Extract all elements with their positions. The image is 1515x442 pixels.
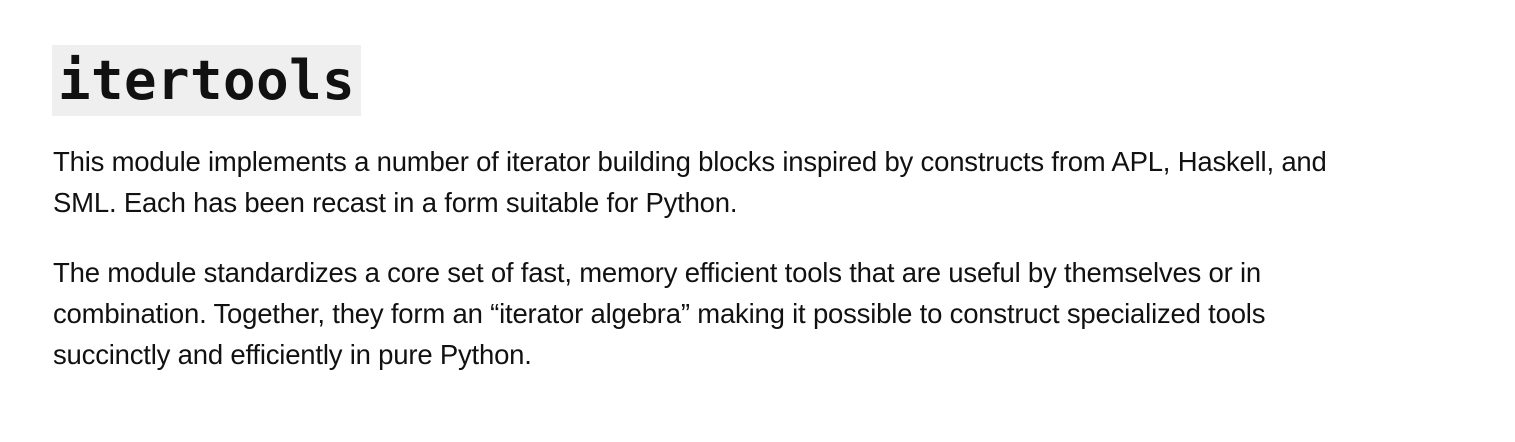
paragraph-line: SML. Each has been recast in a form suit… (53, 187, 738, 218)
description-paragraph: The module standardizes a core set of fa… (53, 252, 1265, 375)
page-title: itertools (52, 45, 362, 116)
intro-paragraph: This module implements a number of itera… (53, 141, 1327, 223)
paragraph-line: This module implements a number of itera… (53, 146, 1327, 177)
paragraph-line: succinctly and efficiently in pure Pytho… (53, 339, 532, 370)
paragraph-line: The module standardizes a core set of fa… (53, 257, 1262, 288)
paragraph-line: combination. Together, they form an “ite… (53, 298, 1266, 329)
